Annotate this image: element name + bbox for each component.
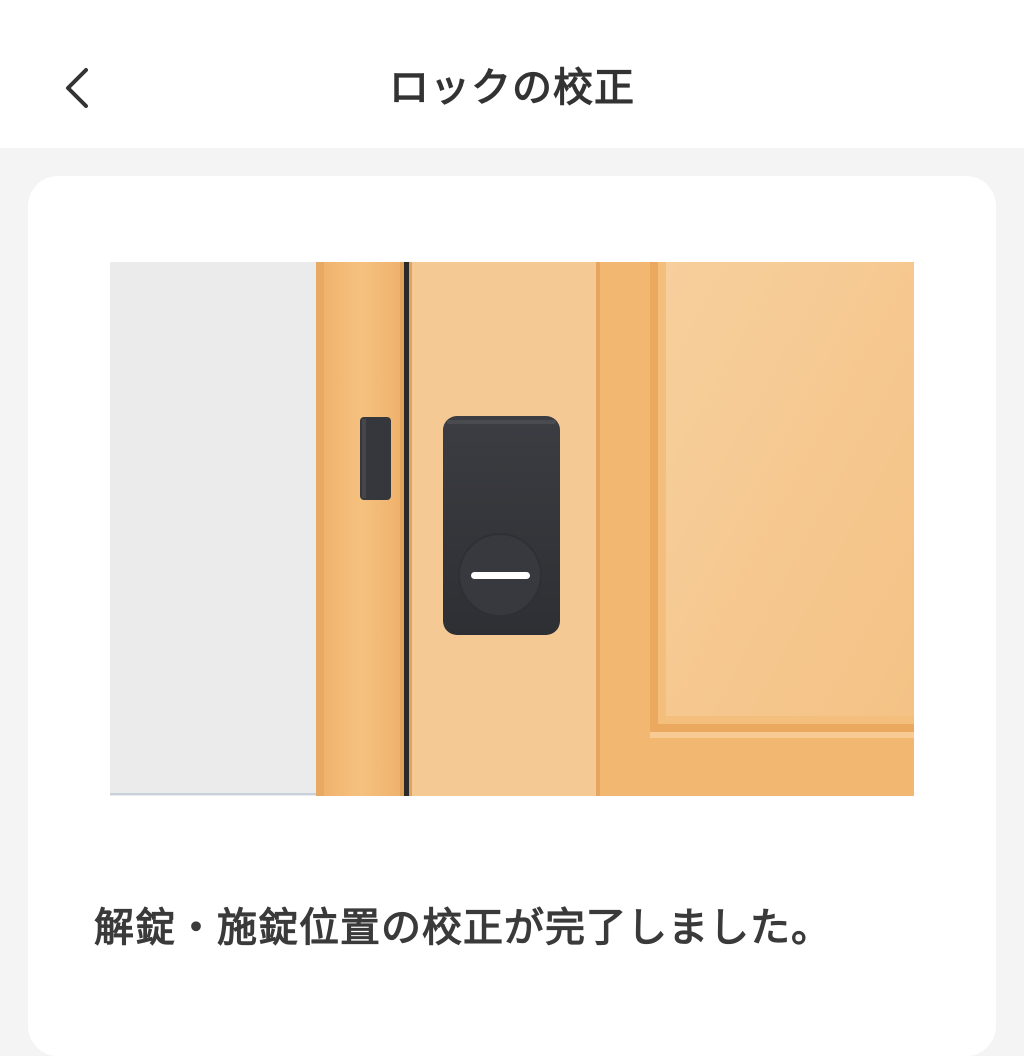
top-bar: ロックの校正 xyxy=(0,0,1024,148)
calibration-complete-message: 解錠・施錠位置の校正が完了しました。 xyxy=(94,905,832,951)
door-smart-lock-illustration xyxy=(110,262,914,796)
lock-indicator xyxy=(471,572,530,579)
door-frame xyxy=(316,262,406,796)
wall xyxy=(110,262,316,796)
page-title: ロックの校正 xyxy=(389,65,635,111)
